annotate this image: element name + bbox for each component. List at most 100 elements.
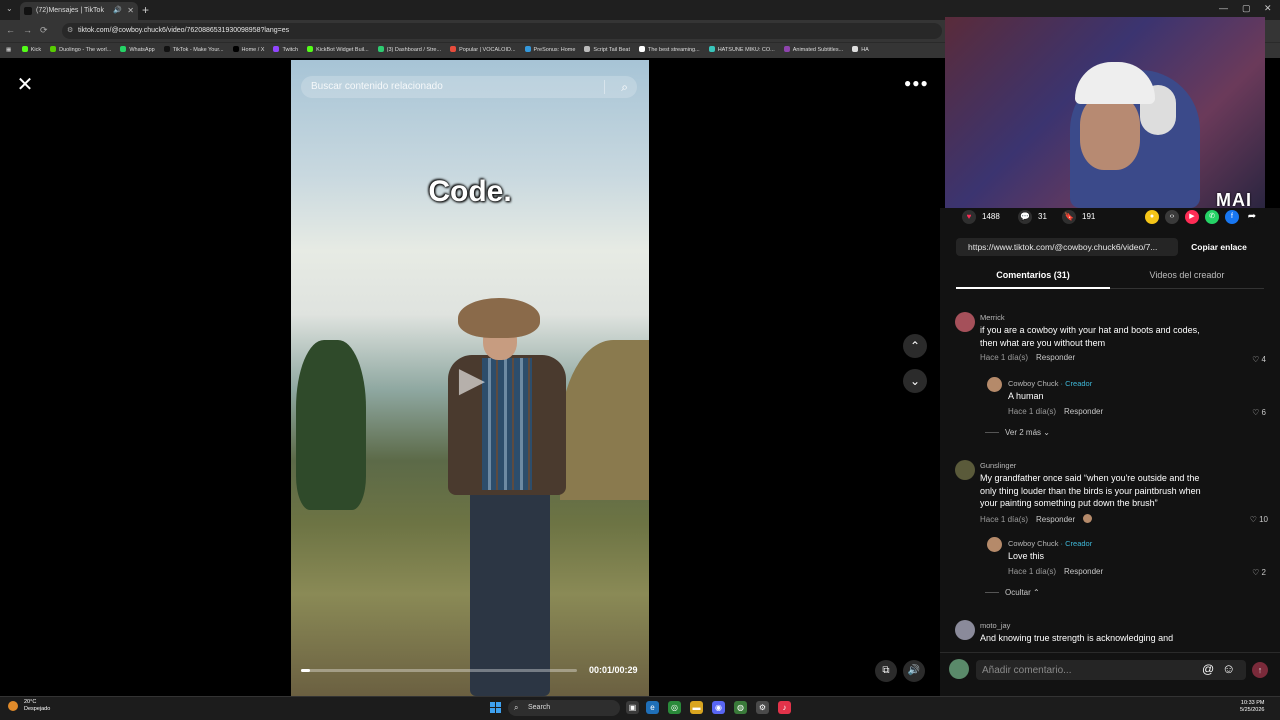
share-whatsapp-icon[interactable]: ✆ xyxy=(1205,210,1219,224)
embed-code-icon[interactable]: ‹› xyxy=(1165,210,1179,224)
file-explorer-icon[interactable]: ▬ xyxy=(690,701,703,714)
play-icon[interactable]: ▶ xyxy=(452,360,492,400)
bookmark-item[interactable]: Duolingo - The worl... xyxy=(50,43,111,57)
bookmark-label: Duolingo - The worl... xyxy=(59,47,112,53)
bookmark-item[interactable]: HA xyxy=(852,43,869,57)
comment-meta: Hace 1 día(s) Responder xyxy=(1008,407,1103,416)
volume-icon[interactable]: 🔊 xyxy=(903,660,925,682)
tab-list-icon[interactable]: ⌄ xyxy=(6,4,13,13)
comment-line: Love this xyxy=(1008,551,1045,561)
discord-icon[interactable]: ◉ xyxy=(712,701,725,714)
avatar[interactable] xyxy=(987,377,1002,392)
bookmark-item[interactable]: The best streaming... xyxy=(639,43,700,57)
tab-creator-videos[interactable]: Videos del creador xyxy=(1110,270,1264,289)
see-more-label: Ver 2 más xyxy=(1005,428,1042,437)
bookmark-item[interactable]: Animated Subtitles... xyxy=(783,43,843,57)
share-kick-icon[interactable]: ● xyxy=(1145,210,1159,224)
site-info-icon[interactable]: ⚙ xyxy=(67,23,73,39)
weather-widget[interactable]: 20°C Despejado xyxy=(8,699,50,713)
comment-stat[interactable]: 💬 31 xyxy=(1018,210,1047,224)
omnibox[interactable]: ⚙ tiktok.com/@cowboy.chuck6/video/762088… xyxy=(62,23,942,39)
comment-text: And knowing true strength is acknowledgi… xyxy=(980,632,1173,645)
nav-buttons[interactable]: ←→⟳ xyxy=(6,25,56,36)
avatar[interactable] xyxy=(987,537,1002,552)
settings-icon[interactable]: ⚙ xyxy=(756,701,769,714)
comment-like[interactable]: ♡ 10 xyxy=(1238,515,1268,524)
music-icon[interactable]: ♪ xyxy=(778,701,791,714)
window-close-icon[interactable]: ✕ xyxy=(1264,3,1272,14)
share-tiktok-icon[interactable]: ▶ xyxy=(1185,210,1199,224)
bookmark-item[interactable]: PreSonus: Home xyxy=(524,43,575,57)
comment-like[interactable]: ♡ 6 xyxy=(1236,408,1266,417)
comment-username[interactable]: Merrick xyxy=(980,313,1005,322)
bookmark-favicon-icon xyxy=(783,46,790,52)
comment-username[interactable]: moto_jay xyxy=(980,621,1010,630)
avatar[interactable] xyxy=(955,312,975,332)
share-facebook-icon[interactable]: f xyxy=(1225,210,1239,224)
copy-link-button[interactable]: Copiar enlace xyxy=(1184,238,1254,256)
comment-meta: Hace 1 día(s) Responder xyxy=(980,514,1093,524)
more-options-button[interactable]: ●●● xyxy=(904,76,928,96)
bookmark-item[interactable]: Twitch xyxy=(273,43,298,57)
like-stat[interactable]: ♥ 1488 xyxy=(962,210,1000,224)
bookmark-item[interactable]: Kick xyxy=(21,43,41,57)
bookmark-item[interactable]: (3) Dashboard / Stre... xyxy=(377,43,441,57)
comment-username[interactable]: Cowboy Chuck · Creador xyxy=(1008,539,1092,548)
maximize-icon[interactable]: ▢ xyxy=(1242,3,1251,14)
bookmark-item[interactable]: WhatsApp xyxy=(120,43,155,57)
bookmark-item[interactable]: Popular | VOCALOID... xyxy=(450,43,516,57)
bookmark-item[interactable]: Home / X xyxy=(232,43,264,57)
taskbar-search[interactable]: ⌕ Search xyxy=(508,700,620,716)
speaker-icon[interactable]: 🔊 xyxy=(113,2,122,20)
comment-like-count: 4 xyxy=(1261,355,1266,364)
tab-comments[interactable]: Comentarios (31) xyxy=(956,270,1110,289)
reply-button[interactable]: Responder xyxy=(1036,353,1075,362)
reply-button[interactable]: Responder xyxy=(1064,407,1103,416)
divider-line xyxy=(985,592,999,594)
bookmark-label: TikTok - Make Your... xyxy=(172,47,224,53)
close-tab-icon[interactable]: ✕ xyxy=(127,2,134,20)
picture-in-picture-icon[interactable]: ⧉ xyxy=(875,660,897,682)
chrome-alt-icon[interactable]: ◎ xyxy=(668,701,681,714)
bookmark-item[interactable]: HATSUNE MIKU: CO... xyxy=(708,43,775,57)
emoji-icon[interactable]: ☺ xyxy=(1222,661,1235,676)
hide-replies-button[interactable]: Ocultar ⌃ xyxy=(985,588,1040,597)
avatar[interactable] xyxy=(955,620,975,640)
comment-username[interactable]: Gunslinger xyxy=(980,461,1016,470)
mention-icon[interactable]: @ xyxy=(1202,662,1214,676)
creator-badge: · Creador xyxy=(1060,379,1093,388)
avatar[interactable] xyxy=(955,460,975,480)
send-comment-button[interactable]: ↑ xyxy=(1252,662,1268,678)
apps-icon[interactable]: ▦ xyxy=(6,43,11,57)
comment-line: then what are you without them xyxy=(980,337,1106,348)
comment-username[interactable]: Cowboy Chuck · Creador xyxy=(1008,379,1092,388)
comment-line: A human xyxy=(1008,391,1044,401)
minimize-icon[interactable]: — xyxy=(1219,3,1228,13)
taskbar-clock[interactable]: 10:33 PM 5/25/2026 xyxy=(1240,700,1264,714)
previous-video-button[interactable]: ⌃ xyxy=(903,334,927,358)
reply-button[interactable]: Responder xyxy=(1064,567,1103,576)
comment-like[interactable]: ♡ 2 xyxy=(1236,568,1266,577)
share-url-field[interactable]: https://www.tiktok.com/@cowboy.chuck6/vi… xyxy=(956,238,1178,256)
see-more-replies-button[interactable]: Ver 2 más ⌄ xyxy=(985,428,1050,437)
related-search-input[interactable]: Buscar contenido relacionado ⌕ xyxy=(301,76,637,98)
new-tab-button[interactable]: + xyxy=(142,3,149,17)
windows-start-icon[interactable] xyxy=(490,702,502,714)
reply-button[interactable]: Responder xyxy=(1036,515,1075,524)
comment-like[interactable]: ♡ 4 xyxy=(1236,355,1266,364)
next-video-button[interactable]: ⌄ xyxy=(903,369,927,393)
chrome-icon[interactable]: ◍ xyxy=(734,701,747,714)
share-arrow-icon[interactable]: ➦ xyxy=(1245,210,1259,224)
weather-sun-icon xyxy=(8,701,18,711)
browser-tab[interactable]: (72)Mensajes | TikTok 🔊 ✕ xyxy=(20,2,138,20)
search-icon[interactable]: ⌕ xyxy=(621,76,628,98)
save-stat[interactable]: 🔖 191 xyxy=(1062,210,1095,224)
task-view-icon[interactable]: ▣ xyxy=(626,701,639,714)
bookmark-item[interactable]: TikTok - Make Your... xyxy=(163,43,224,57)
tab-title: (72)Mensajes | TikTok xyxy=(36,7,104,14)
bookmark-item[interactable]: KickBot Widget Buil... xyxy=(307,43,369,57)
bookmark-item[interactable]: Script Tail Beat xyxy=(584,43,630,57)
edge-icon[interactable]: e xyxy=(646,701,659,714)
video-progress-bar[interactable] xyxy=(301,669,577,672)
close-viewer-button[interactable]: ✕ xyxy=(14,74,36,96)
